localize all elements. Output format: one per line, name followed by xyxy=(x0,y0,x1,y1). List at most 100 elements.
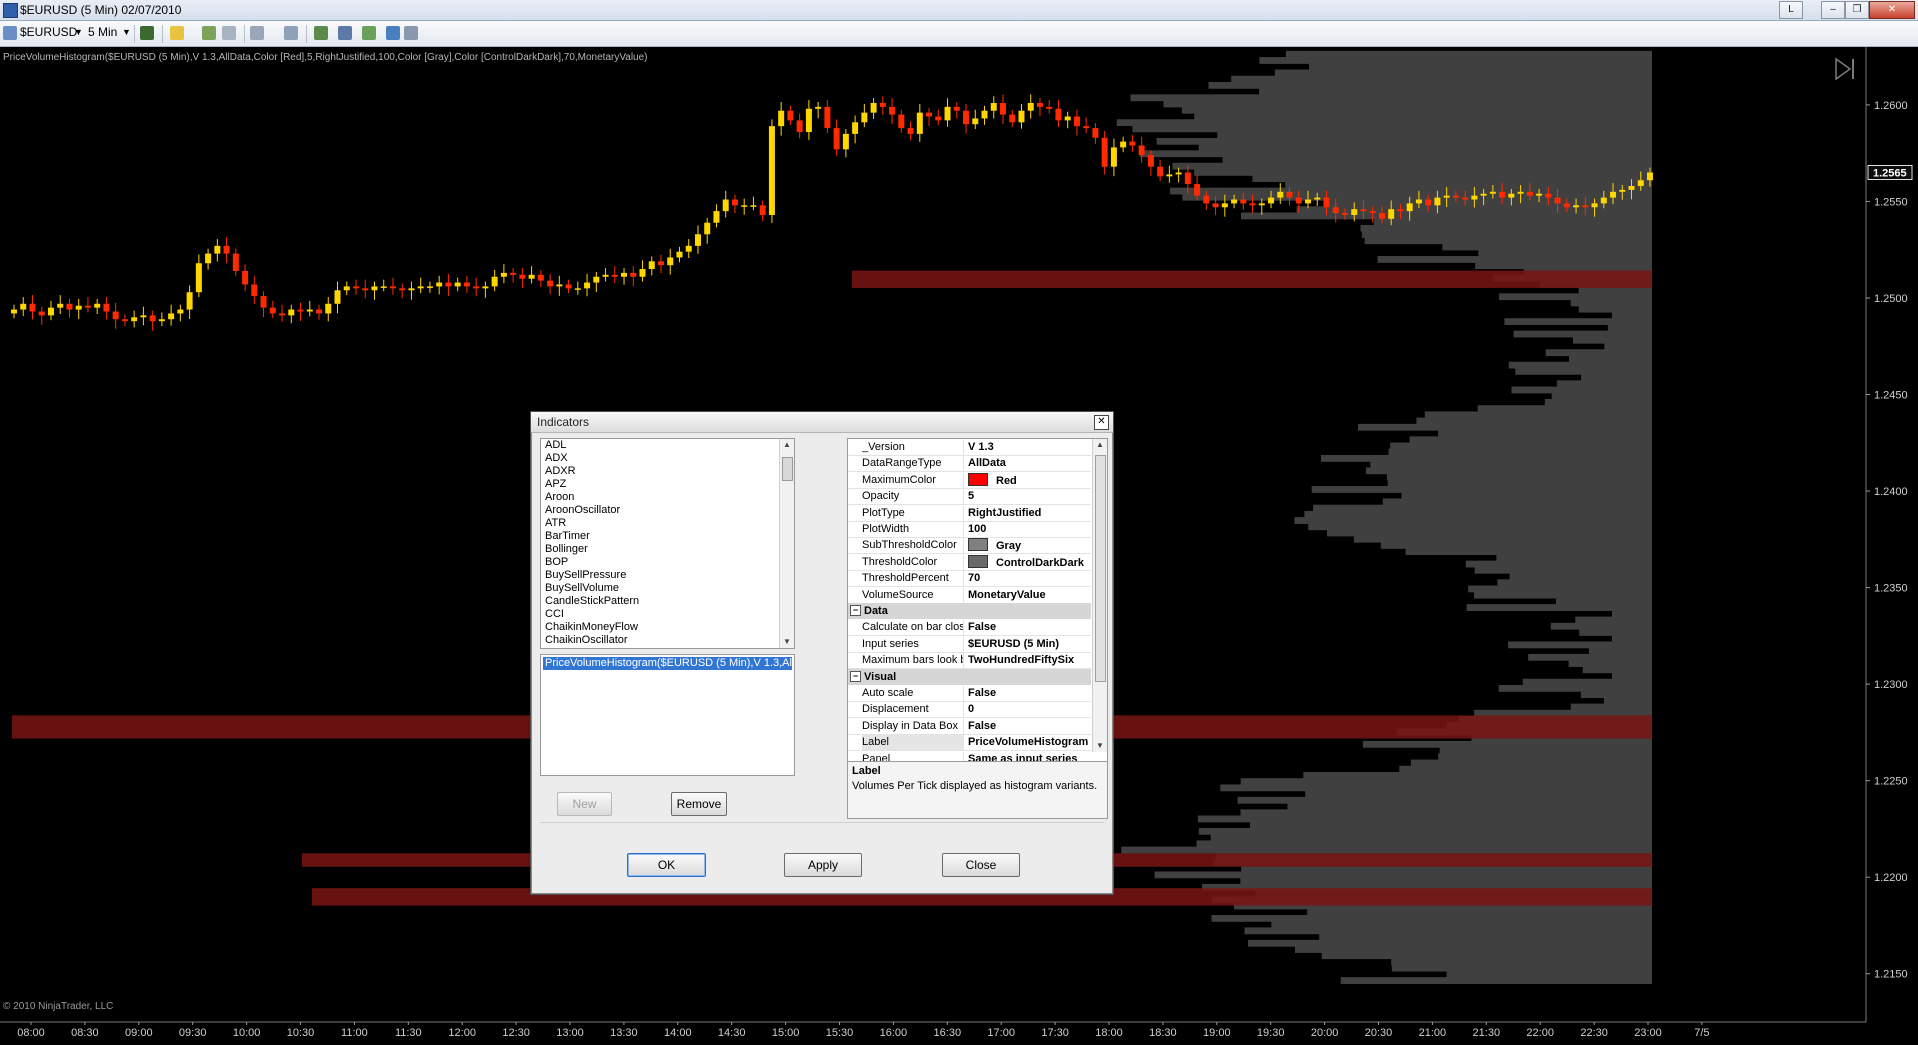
scrollbar[interactable]: ▲ ▼ xyxy=(779,439,794,648)
property-value[interactable]: 5 xyxy=(968,489,1091,504)
volume-bar xyxy=(1382,498,1652,506)
indicator-list-item[interactable]: ADX xyxy=(541,452,794,465)
scrollbar[interactable]: ▲ ▼ xyxy=(1092,439,1107,752)
indicator-list-item[interactable]: BarTimer xyxy=(541,530,794,543)
indicators-icon[interactable] xyxy=(338,26,352,40)
ok-button[interactable]: OK xyxy=(627,853,706,877)
property-row[interactable]: SubThresholdColor Gray xyxy=(848,537,1091,555)
property-value[interactable]: ControlDarkDark xyxy=(968,554,1091,570)
restore-button[interactable]: ❐ xyxy=(1845,1,1869,19)
scroll-down-icon[interactable]: ▼ xyxy=(780,636,794,648)
property-grid[interactable]: _Version V 1.3 DataRangeType AllData Maximum… xyxy=(847,438,1108,781)
property-value[interactable]: V 1.3 xyxy=(968,440,1091,455)
indicator-list-item[interactable]: ChaikinMoneyFlow xyxy=(541,621,794,634)
indicator-list-item[interactable]: BuySellVolume xyxy=(541,582,794,595)
property-category[interactable]: − Data xyxy=(848,603,1091,619)
pencil-icon[interactable] xyxy=(170,26,184,40)
property-value[interactable]: Gray xyxy=(968,538,1091,553)
bar-type-icon[interactable] xyxy=(140,26,154,40)
property-row[interactable]: ThresholdPercent 70 xyxy=(848,570,1091,588)
close-window-button[interactable]: ✕ xyxy=(1869,1,1915,19)
close-icon[interactable]: ✕ xyxy=(1094,415,1109,430)
property-row[interactable]: DataRangeType AllData xyxy=(848,455,1091,473)
property-row[interactable]: ThresholdColor ControlDarkDark xyxy=(848,554,1091,571)
indicator-list-item[interactable]: Bollinger xyxy=(541,543,794,556)
property-value[interactable]: $EURUSD (5 Min) xyxy=(968,637,1091,652)
property-row[interactable]: VolumeSource MonetaryValue xyxy=(848,587,1091,604)
link-button[interactable]: L xyxy=(1779,1,1803,19)
property-value[interactable]: MonetaryValue xyxy=(968,588,1091,603)
property-value[interactable]: PriceVolumeHistogram xyxy=(968,735,1091,750)
apply-button[interactable]: Apply xyxy=(784,853,862,877)
indicator-list-item[interactable]: Aroon xyxy=(541,491,794,504)
indicator-list-item[interactable]: CCI xyxy=(541,608,794,621)
property-value[interactable]: Red xyxy=(968,472,1091,488)
close-button[interactable]: Close xyxy=(942,853,1020,877)
property-value[interactable]: AllData xyxy=(968,456,1091,471)
property-value[interactable]: False xyxy=(968,686,1091,701)
indicator-list-item[interactable]: ATR xyxy=(541,517,794,530)
scroll-end-icon[interactable] xyxy=(1835,57,1852,81)
time-label: 21:00 xyxy=(1419,1027,1447,1039)
property-row[interactable]: Displacement 0 xyxy=(848,701,1091,719)
indicator-list-item[interactable]: BuySellPressure xyxy=(541,569,794,582)
templates-icon[interactable] xyxy=(404,26,418,40)
pointer-icon[interactable] xyxy=(222,26,236,40)
property-category[interactable]: − Visual xyxy=(848,668,1091,685)
property-value[interactable]: 0 xyxy=(968,702,1091,717)
time-label: 20:00 xyxy=(1311,1027,1339,1039)
scroll-up-icon[interactable]: ▲ xyxy=(780,439,794,451)
properties-icon[interactable] xyxy=(314,26,328,40)
scroll-down-icon[interactable]: ▼ xyxy=(1093,740,1107,752)
indicator-list-item[interactable]: BOP xyxy=(541,556,794,569)
property-row[interactable]: Display in Data Box False xyxy=(848,718,1091,735)
property-value[interactable]: False xyxy=(968,719,1091,734)
zoom-icon[interactable] xyxy=(284,26,298,40)
applied-indicators-list[interactable]: PriceVolumeHistogram($EURUSD (5 Min),V 1… xyxy=(540,654,795,776)
data-box-icon[interactable] xyxy=(386,26,400,40)
applied-indicator-item[interactable]: PriceVolumeHistogram($EURUSD (5 Min),V 1… xyxy=(543,657,792,670)
scroll-thumb[interactable] xyxy=(1095,455,1106,682)
new-button[interactable]: New xyxy=(557,792,612,816)
property-value[interactable]: TwoHundredFiftySix xyxy=(968,653,1091,668)
collapse-icon[interactable]: − xyxy=(850,605,861,616)
minimize-button[interactable]: – xyxy=(1821,1,1845,19)
property-row[interactable]: MaximumColor Red xyxy=(848,472,1091,489)
scroll-up-icon[interactable]: ▲ xyxy=(1093,439,1107,451)
volume-bar xyxy=(1194,113,1652,120)
indicator-list-item[interactable]: AroonOscillator xyxy=(541,504,794,517)
property-row[interactable]: PlotWidth 100 xyxy=(848,521,1091,538)
property-value[interactable]: RightJustified xyxy=(968,506,1091,521)
property-row[interactable]: Opacity 5 xyxy=(848,488,1091,506)
chevron-down-icon[interactable]: ▼ xyxy=(74,27,83,37)
property-row[interactable]: Label PriceVolumeHistogram xyxy=(848,734,1091,752)
property-row[interactable]: Calculate on bar close False xyxy=(848,619,1091,637)
candle-body xyxy=(297,309,304,312)
candle-body xyxy=(907,128,914,134)
property-row[interactable]: Input series $EURUSD (5 Min) xyxy=(848,636,1091,653)
indicator-list-item[interactable]: APZ xyxy=(541,478,794,491)
property-row[interactable]: PlotType RightJustified xyxy=(848,505,1091,522)
property-value[interactable]: 100 xyxy=(968,522,1091,537)
interval-selector[interactable]: 5 Min xyxy=(88,25,117,39)
collapse-icon[interactable]: − xyxy=(850,670,861,682)
chevron-down-icon[interactable]: ▼ xyxy=(122,27,131,37)
remove-button[interactable]: Remove xyxy=(671,792,727,816)
indicator-list-item[interactable]: ADXR xyxy=(541,465,794,478)
property-value[interactable]: False xyxy=(968,620,1091,635)
indicator-list-item[interactable]: ADL xyxy=(541,439,794,452)
description-title: Label xyxy=(852,765,881,777)
cursor-icon[interactable] xyxy=(250,26,264,40)
property-value[interactable]: 70 xyxy=(968,571,1091,586)
property-row[interactable]: Maximum bars look back TwoHundredFiftySix xyxy=(848,652,1091,670)
crosshair-icon[interactable] xyxy=(202,26,216,40)
property-row[interactable]: Auto scale False xyxy=(848,685,1091,702)
candle-body xyxy=(491,276,498,287)
property-row[interactable]: _Version V 1.3 xyxy=(848,439,1091,456)
strategies-icon[interactable] xyxy=(362,26,376,40)
indicator-list[interactable]: ADL ADX ADXR APZ Aroon AroonOscillator ATR BarT… xyxy=(540,438,795,649)
instrument-selector[interactable]: $EURUSD xyxy=(20,25,77,39)
indicator-list-item[interactable]: ChaikinOscillator xyxy=(541,634,794,647)
indicator-list-item[interactable]: CandleStickPattern xyxy=(541,595,794,608)
scroll-thumb[interactable] xyxy=(782,457,793,481)
